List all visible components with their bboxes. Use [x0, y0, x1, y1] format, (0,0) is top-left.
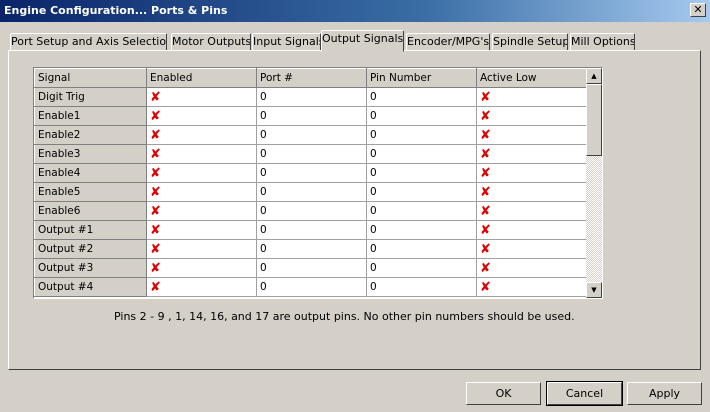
port-cell[interactable]: 0 [256, 144, 367, 164]
table-row[interactable]: Output #3 ✘ 0 0 ✘ [34, 258, 588, 278]
pin-number-cell[interactable]: 0 [366, 144, 477, 164]
signal-cell: Output #4 [34, 277, 147, 297]
pin-hint-text: Pins 2 - 9 , 1, 14, 16, and 17 are outpu… [114, 310, 575, 323]
signal-cell: Enable6 [34, 201, 147, 221]
active-low-toggle[interactable]: ✘ [476, 106, 588, 126]
close-button[interactable]: ✕ [690, 3, 706, 17]
close-icon: ✕ [693, 3, 703, 16]
table-row[interactable]: Output #4 ✘ 0 0 ✘ [34, 277, 588, 297]
table-row[interactable]: Output #2 ✘ 0 0 ✘ [34, 239, 588, 259]
table-row[interactable]: Enable5 ✘ 0 0 ✘ [34, 182, 588, 202]
port-cell[interactable]: 0 [256, 182, 367, 202]
enabled-toggle[interactable]: ✘ [146, 239, 257, 259]
port-cell[interactable]: 0 [256, 106, 367, 126]
enabled-toggle[interactable]: ✘ [146, 277, 257, 297]
pin-number-cell[interactable]: 0 [366, 182, 477, 202]
active-low-toggle[interactable]: ✘ [476, 201, 588, 221]
port-cell[interactable]: 0 [256, 239, 367, 259]
signal-cell: Output #1 [34, 220, 147, 240]
table-row[interactable]: Enable2 ✘ 0 0 ✘ [34, 125, 588, 145]
ok-button[interactable]: OK [466, 382, 541, 405]
port-cell[interactable]: 0 [256, 201, 367, 221]
tab-port-setup[interactable]: Port Setup and Axis Selection [10, 33, 167, 51]
port-cell[interactable]: 0 [256, 220, 367, 240]
enabled-toggle[interactable]: ✘ [146, 258, 257, 278]
port-cell[interactable]: 0 [256, 163, 367, 183]
tab-input-signals[interactable]: Input Signals [252, 33, 321, 51]
col-header-signal[interactable]: Signal [34, 68, 147, 88]
table-row[interactable]: Digit Trig ✘ 0 0 ✘ [34, 87, 588, 107]
pin-number-cell[interactable]: 0 [366, 106, 477, 126]
pin-number-cell[interactable]: 0 [366, 277, 477, 297]
enabled-toggle[interactable]: ✘ [146, 144, 257, 164]
active-low-toggle[interactable]: ✘ [476, 125, 588, 145]
active-low-toggle[interactable]: ✘ [476, 220, 588, 240]
signals-table: Signal Enabled Port # Pin Number Active … [34, 68, 588, 297]
active-low-toggle[interactable]: ✘ [476, 144, 588, 164]
tab-encoder-mpg[interactable]: Encoder/MPG's [406, 33, 490, 51]
header-row: Signal Enabled Port # Pin Number Active … [34, 68, 588, 88]
active-low-toggle[interactable]: ✘ [476, 182, 588, 202]
active-low-toggle[interactable]: ✘ [476, 239, 588, 259]
tab-mill-options[interactable]: Mill Options [570, 33, 635, 51]
signal-cell: Enable5 [34, 182, 147, 202]
col-header-pin-number[interactable]: Pin Number [366, 68, 477, 88]
enabled-toggle[interactable]: ✘ [146, 87, 257, 107]
output-signals-grid: Signal Enabled Port # Pin Number Active … [33, 67, 603, 299]
signal-cell: Digit Trig [34, 87, 147, 107]
title-bar: Engine Configuration... Ports & Pins ✕ [0, 0, 710, 22]
apply-button[interactable]: Apply [627, 382, 702, 405]
pin-number-cell[interactable]: 0 [366, 239, 477, 259]
signal-cell: Enable4 [34, 163, 147, 183]
pin-number-cell[interactable]: 0 [366, 220, 477, 240]
port-cell[interactable]: 0 [256, 277, 367, 297]
active-low-toggle[interactable]: ✘ [476, 258, 588, 278]
arrow-down-icon: ▼ [591, 286, 597, 294]
table-row[interactable]: Enable4 ✘ 0 0 ✘ [34, 163, 588, 183]
vertical-scrollbar[interactable]: ▲ ▼ [586, 68, 602, 298]
active-low-toggle[interactable]: ✘ [476, 87, 588, 107]
enabled-toggle[interactable]: ✘ [146, 201, 257, 221]
scroll-up-button[interactable]: ▲ [586, 68, 602, 84]
table-row[interactable]: Enable1 ✘ 0 0 ✘ [34, 106, 588, 126]
cancel-button[interactable]: Cancel [546, 381, 623, 406]
pin-number-cell[interactable]: 0 [366, 125, 477, 145]
signal-cell: Enable1 [34, 106, 147, 126]
signal-cell: Enable3 [34, 144, 147, 164]
enabled-toggle[interactable]: ✘ [146, 163, 257, 183]
pin-number-cell[interactable]: 0 [366, 87, 477, 107]
port-cell[interactable]: 0 [256, 125, 367, 145]
port-cell[interactable]: 0 [256, 87, 367, 107]
tab-output-signals[interactable]: Output Signals [321, 30, 404, 52]
signal-cell: Output #3 [34, 258, 147, 278]
col-header-enabled[interactable]: Enabled [146, 68, 257, 88]
active-low-toggle[interactable]: ✘ [476, 277, 588, 297]
port-cell[interactable]: 0 [256, 258, 367, 278]
window-title: Engine Configuration... Ports & Pins [4, 4, 228, 17]
scroll-thumb[interactable] [586, 84, 602, 156]
signal-cell: Enable2 [34, 125, 147, 145]
table-row[interactable]: Enable6 ✘ 0 0 ✘ [34, 201, 588, 221]
col-header-active-low[interactable]: Active Low [476, 68, 588, 88]
pin-number-cell[interactable]: 0 [366, 258, 477, 278]
col-header-port[interactable]: Port # [256, 68, 367, 88]
tab-spindle-setup[interactable]: Spindle Setup [492, 33, 568, 51]
arrow-up-icon: ▲ [591, 72, 597, 80]
enabled-toggle[interactable]: ✘ [146, 125, 257, 145]
tab-motor-outputs[interactable]: Motor Outputs [171, 33, 251, 51]
enabled-toggle[interactable]: ✘ [146, 220, 257, 240]
scroll-down-button[interactable]: ▼ [586, 282, 602, 298]
enabled-toggle[interactable]: ✘ [146, 182, 257, 202]
table-row[interactable]: Output #1 ✘ 0 0 ✘ [34, 220, 588, 240]
pin-number-cell[interactable]: 0 [366, 163, 477, 183]
active-low-toggle[interactable]: ✘ [476, 163, 588, 183]
pin-number-cell[interactable]: 0 [366, 201, 477, 221]
table-row[interactable]: Enable3 ✘ 0 0 ✘ [34, 144, 588, 164]
signal-cell: Output #2 [34, 239, 147, 259]
enabled-toggle[interactable]: ✘ [146, 106, 257, 126]
